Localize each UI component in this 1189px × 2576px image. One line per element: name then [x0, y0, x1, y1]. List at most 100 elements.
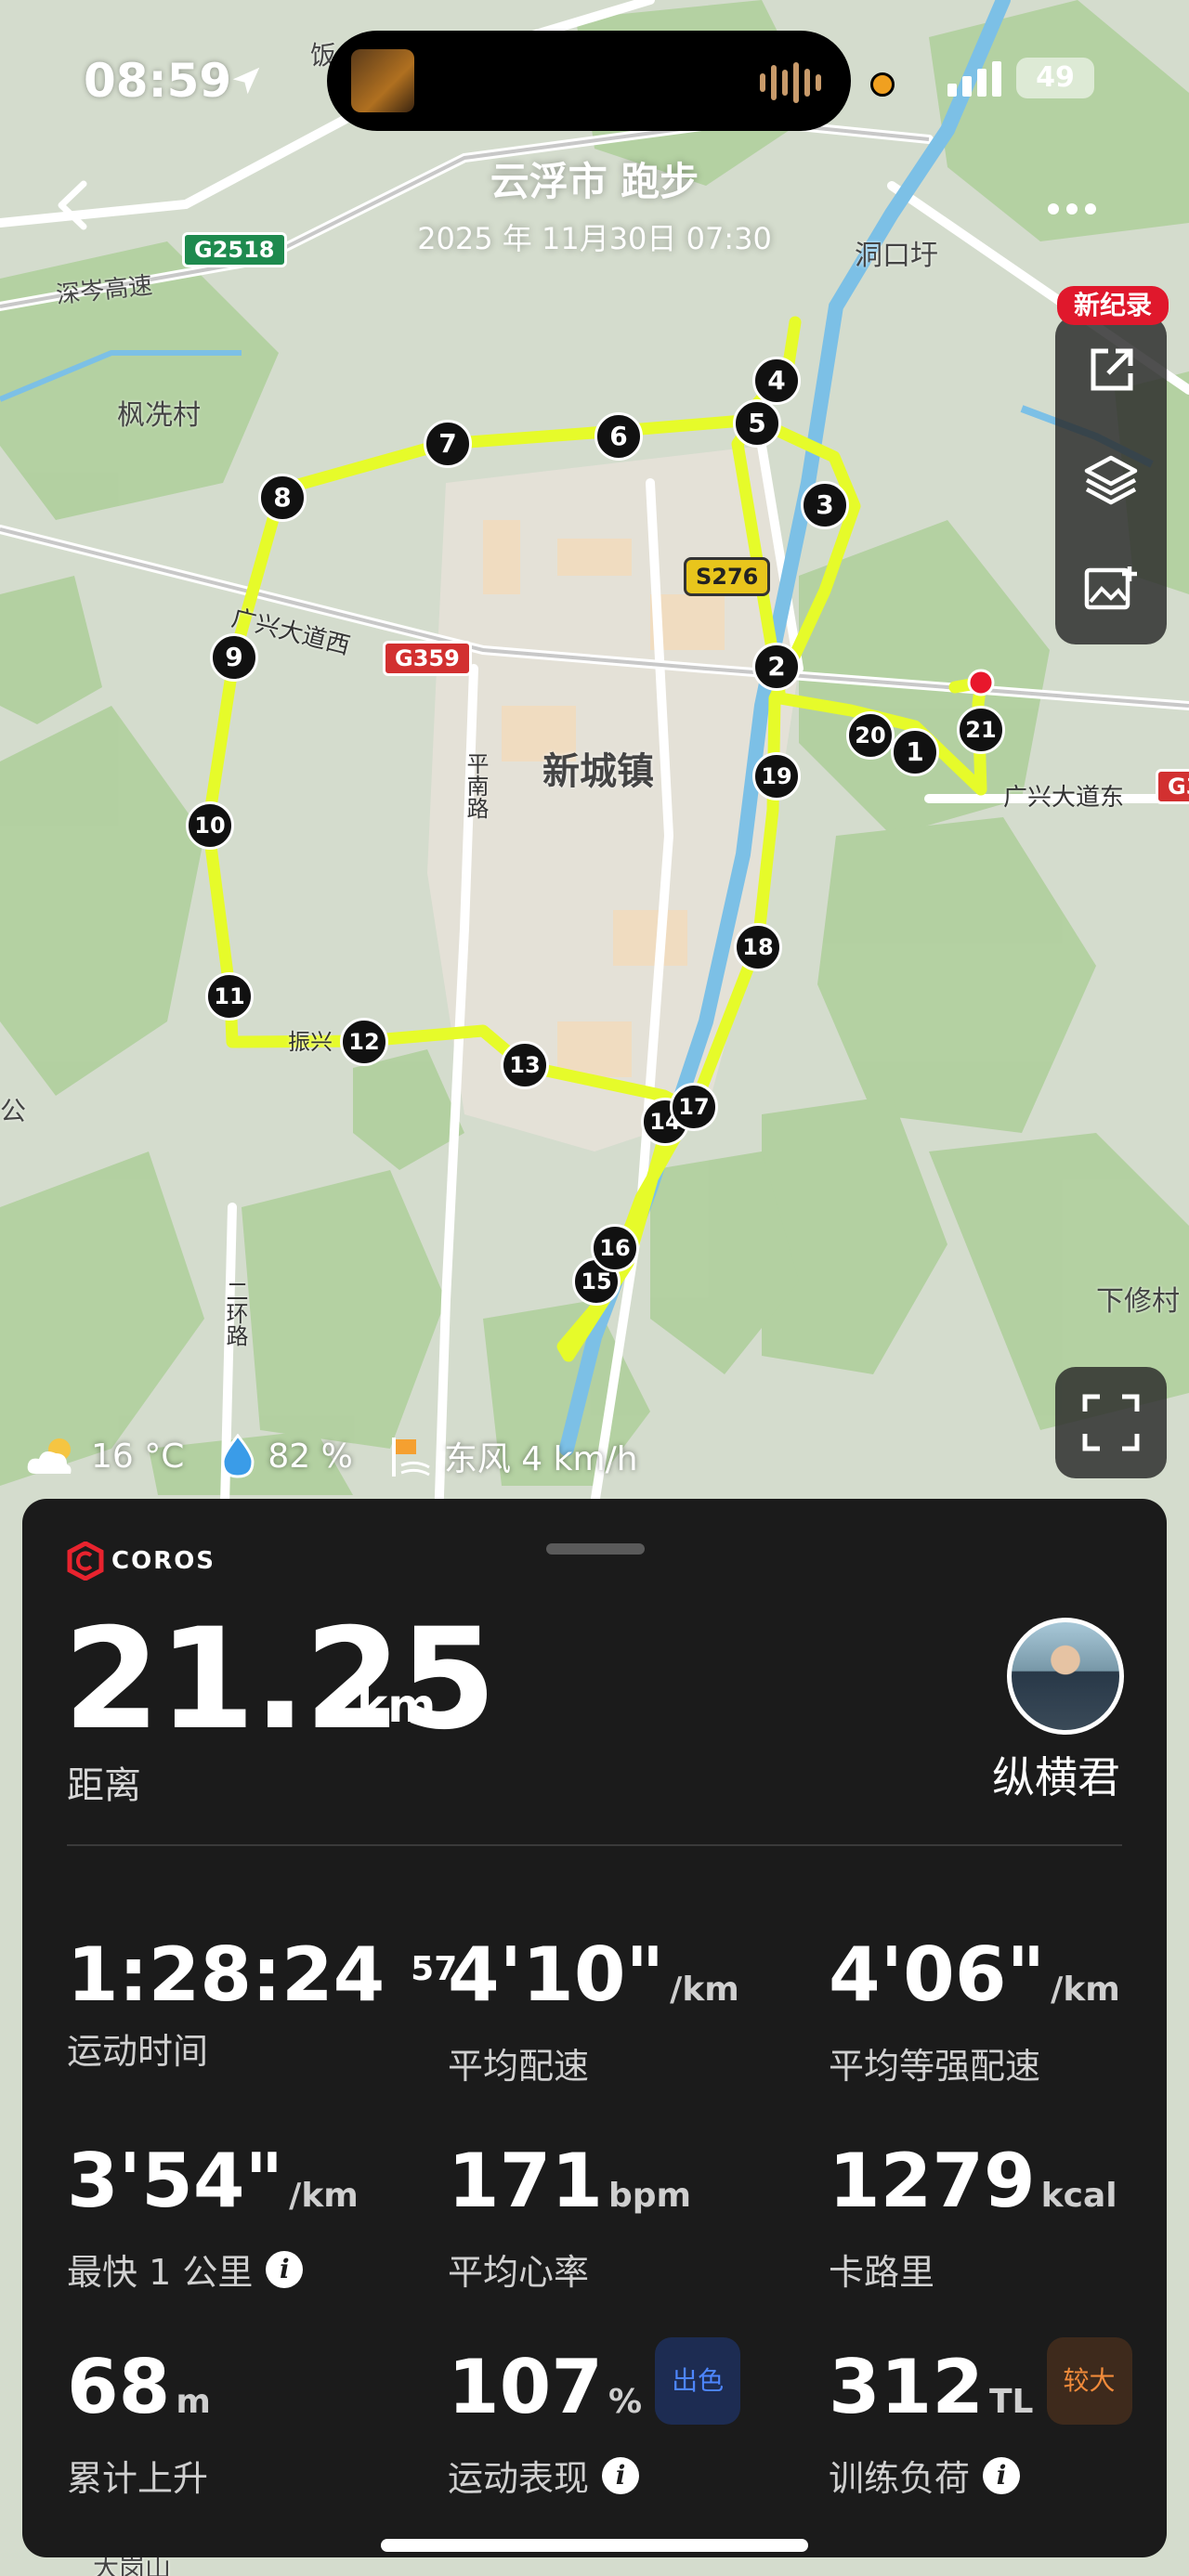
info-icon[interactable]: i: [983, 2456, 1021, 2494]
drag-handle[interactable]: [546, 1543, 645, 1555]
map-label-pingnan: 平南路: [463, 752, 489, 819]
stat-heart-rate: 171 bpm 平均心率: [448, 2140, 691, 2295]
new-record-badge[interactable]: 新纪录: [1057, 286, 1169, 325]
expand-icon: [1082, 1394, 1140, 1451]
stat-ascent-value: 68: [67, 2344, 171, 2430]
km-marker-2[interactable]: 2: [752, 643, 801, 691]
battery-indicator: 49: [1016, 58, 1094, 98]
more-options-button[interactable]: [1048, 195, 1104, 223]
temperature: 16 °C: [91, 1437, 185, 1476]
km-marker-8[interactable]: 8: [258, 474, 307, 522]
weather-bar: 16 °C 82 % 东风 4 km/h: [24, 1430, 662, 1482]
wind: 东风 4 km/h: [443, 1440, 638, 1478]
map-layers-button[interactable]: [1055, 425, 1167, 535]
km-marker-5[interactable]: 5: [733, 399, 781, 448]
recording-dot-icon: [870, 72, 895, 97]
km-marker-3[interactable]: 3: [801, 481, 849, 529]
partly-cloudy-icon: [27, 1438, 72, 1474]
stat-effort-pace-unit: /km: [1051, 1971, 1120, 2009]
stat-calories: 1279 kcal 卡路里: [829, 2140, 1117, 2295]
km-marker-20[interactable]: 20: [846, 711, 895, 760]
km-marker-17[interactable]: 17: [670, 1083, 718, 1131]
add-photo-icon: [1084, 566, 1137, 610]
stat-duration-value: 1:28:24: [67, 1932, 385, 2018]
stat-avg-pace-value: 4'10": [448, 1932, 665, 2018]
stat-avg-effort-pace: 4'06"/km 平均等强配速: [829, 1933, 1120, 2088]
map-label-xiaxiu: 下修村: [1096, 1285, 1180, 1318]
avatar[interactable]: [1007, 1618, 1124, 1735]
stat-fastest-km-unit: /km: [289, 2177, 359, 2215]
stat-avg-pace: 4'10"/km 平均配速: [448, 1933, 739, 2088]
stat-training-load-label: 训练负荷: [829, 2458, 971, 2499]
wind-flag-icon: [391, 1438, 430, 1477]
location-arrow-icon: [232, 67, 260, 95]
map-label-road-east: 广兴大道东: [1003, 784, 1125, 812]
stat-heart-rate-value: 171: [448, 2138, 603, 2224]
map-tools-panel: [1055, 316, 1167, 644]
share-icon: [1091, 348, 1133, 391]
humidity-drop-icon: [221, 1434, 255, 1478]
map-label-erhuan: 二环路: [222, 1280, 248, 1347]
km-marker-4[interactable]: 4: [752, 357, 801, 405]
map-label-zhenxing: 振兴: [288, 1029, 333, 1055]
brand-name: COROS: [111, 1547, 216, 1575]
username[interactable]: 纵横君: [992, 1744, 1120, 1805]
cellular-signal-icon: [947, 61, 1001, 97]
audio-wave-icon: [760, 62, 821, 103]
add-photo-button[interactable]: [1055, 535, 1167, 644]
km-marker-6[interactable]: 6: [594, 412, 643, 461]
stat-training-load-unit: TL: [989, 2383, 1034, 2421]
distance-unit: km: [357, 1679, 437, 1733]
km-marker-12[interactable]: 12: [340, 1018, 388, 1066]
stat-effort-pace-label: 平均等强配速: [829, 2046, 1041, 2087]
stat-ascent-unit: m: [176, 2383, 211, 2421]
km-marker-10[interactable]: 10: [186, 801, 234, 850]
stat-calories-unit: kcal: [1040, 2177, 1117, 2215]
stat-duration-label: 运动时间: [67, 2031, 209, 2072]
stat-training-load: 312 TL 较大 训练负荷 i: [829, 2337, 1132, 2501]
performance-badge: 出色: [655, 2337, 741, 2426]
stat-avg-pace-label: 平均配速: [448, 2046, 590, 2087]
stat-effort-pace-value: 4'06": [829, 1932, 1046, 2018]
humidity: 82 %: [268, 1437, 353, 1476]
km-marker-13[interactable]: 13: [501, 1041, 549, 1089]
shield-s276: S276: [684, 557, 771, 596]
km-marker-11[interactable]: 11: [205, 972, 254, 1021]
km-marker-9[interactable]: 9: [210, 633, 258, 682]
status-time: 08:59: [84, 54, 232, 108]
stat-performance-unit: %: [608, 2383, 643, 2421]
dynamic-island[interactable]: [327, 31, 851, 131]
now-playing-thumb: [351, 49, 414, 112]
activity-summary-panel: COROS 21.25 km 距离 纵横君 1:28:24 57 运动时间 4'…: [22, 1499, 1167, 2557]
distance-label: 距离: [67, 1764, 141, 1807]
km-marker-16[interactable]: 16: [591, 1224, 639, 1272]
layers-icon: [1084, 455, 1138, 505]
km-marker-1[interactable]: 1: [891, 728, 939, 776]
info-icon[interactable]: i: [602, 2456, 640, 2494]
stat-training-load-value: 312: [829, 2344, 984, 2430]
coros-logo: COROS: [67, 1542, 216, 1581]
divider: [67, 1844, 1122, 1846]
shield-g359: G359: [383, 641, 472, 676]
training-load-badge: 较大: [1046, 2337, 1132, 2426]
km-marker-21[interactable]: 21: [957, 706, 1005, 754]
stat-performance: 107 % 出色 运动表现 i: [448, 2337, 741, 2501]
stat-ascent-label: 累计上升: [67, 2458, 209, 2499]
stat-heart-rate-unit: bpm: [608, 2177, 692, 2215]
info-icon[interactable]: i: [266, 2250, 304, 2288]
stat-calories-label: 卡路里: [829, 2252, 935, 2293]
km-marker-18[interactable]: 18: [734, 923, 782, 971]
stat-avg-pace-unit: /km: [670, 1971, 739, 2009]
km-marker-19[interactable]: 19: [752, 752, 801, 800]
share-button[interactable]: [1055, 316, 1167, 425]
home-indicator[interactable]: [381, 2539, 808, 2552]
status-bar: 08:59 49: [0, 0, 1189, 158]
stat-heart-rate-label: 平均心率: [448, 2252, 590, 2293]
stat-duration: 1:28:24 57 运动时间: [67, 1933, 457, 2074]
fullscreen-button[interactable]: [1055, 1367, 1167, 1478]
stat-ascent: 68 m 累计上升: [67, 2346, 211, 2501]
activity-datetime: 2025 年 11月30日 07:30: [417, 221, 772, 256]
map-label-edge-gong: 公: [0, 1096, 27, 1126]
km-marker-7[interactable]: 7: [424, 420, 472, 468]
stat-fastest-km-label: 最快 1 公里: [67, 2252, 254, 2293]
